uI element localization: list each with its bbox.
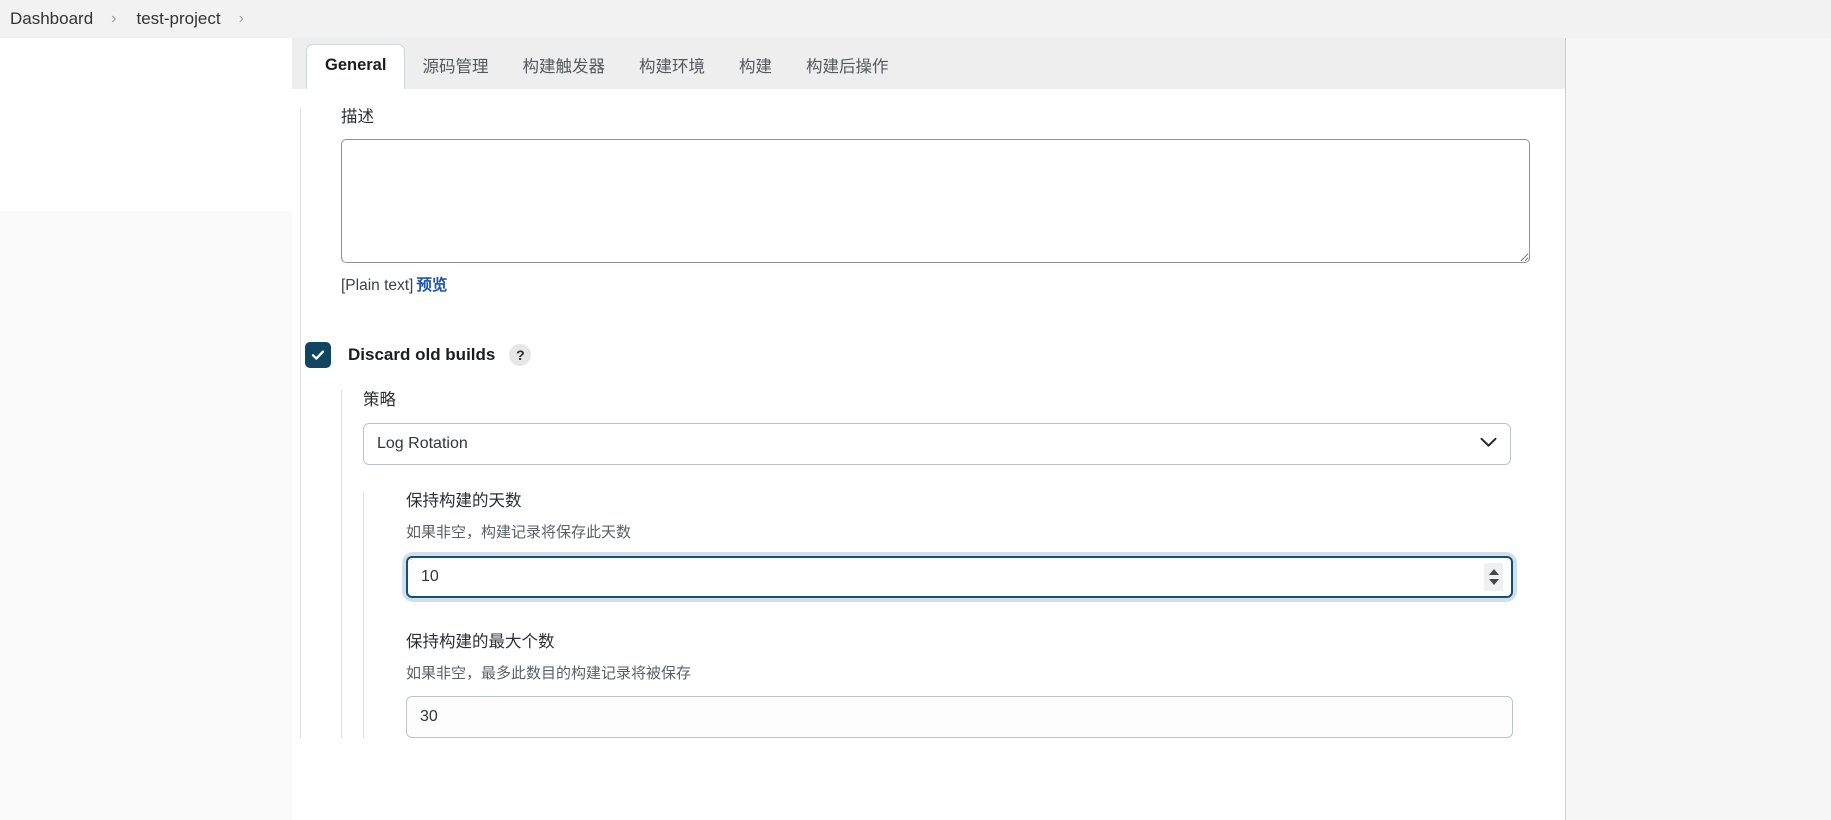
description-textarea[interactable] [341,139,1530,264]
stepper-up-icon[interactable] [1488,568,1499,575]
max-builds-to-keep-field-wrap [406,696,1513,739]
breadcrumb: Dashboard › test-project › [0,0,1831,38]
discard-old-builds-row: Discard old builds ? [305,342,1565,369]
tab-post-build-actions[interactable]: 构建后操作 [789,46,906,90]
left-gutter-lower [0,211,292,820]
discard-strategy-section: 策略 Log Rotation 保持构建的天数 如果非空，构建记录将保存此天数 … [341,390,1565,739]
stepper-down-icon[interactable] [1488,578,1499,585]
days-to-keep-label: 保持构建的天数 [406,491,522,510]
tab-build-triggers[interactable]: 构建触发器 [505,46,622,90]
description-markup-row: [Plain text] 预览 [341,273,1565,295]
check-icon [311,350,325,361]
job-config-panel: General 源码管理 构建触发器 构建环境 构建 构建后操作 描述 [Pla… [292,38,1566,820]
max-builds-to-keep-input[interactable] [406,696,1513,739]
breadcrumb-separator-icon: › [111,10,117,27]
strategy-select[interactable]: Log Rotation [363,422,1511,465]
discard-old-builds-checkbox[interactable] [305,342,331,369]
strategy-label: 策略 [363,391,396,410]
tab-scm[interactable]: 源码管理 [405,46,505,90]
breadcrumb-item-dashboard[interactable]: Dashboard [4,9,99,29]
days-to-keep-stepper[interactable] [1484,562,1503,591]
days-to-keep-description: 如果非空，构建记录将保存此天数 [406,524,632,542]
max-builds-to-keep-description: 如果非空，最多此数目的构建记录将被保存 [406,665,692,682]
page-body: General 源码管理 构建触发器 构建环境 构建 构建后操作 描述 [Pla… [0,38,1831,820]
config-tab-bar: General 源码管理 构建触发器 构建环境 构建 构建后操作 [292,38,1565,90]
markup-type-label: [Plain text] [341,277,414,295]
help-icon[interactable]: ? [509,344,532,367]
tab-panel-general: 描述 [Plain text] 预览 Discard old builds ? … [292,89,1565,820]
discard-old-builds-label[interactable]: Discard old builds [348,345,495,365]
general-form: 描述 [Plain text] 预览 Discard old builds ? … [292,89,1565,739]
description-label: 描述 [341,108,374,126]
breadcrumb-separator-icon-2: › [238,10,244,27]
days-to-keep-field-wrap [406,555,1513,598]
tab-build[interactable]: 构建 [722,46,789,90]
rotation-options-group: 保持构建的天数 如果非空，构建记录将保存此天数 保持构建的最大个数 [363,490,1565,739]
tab-general[interactable]: General [306,44,406,90]
days-to-keep-input[interactable] [406,555,1513,598]
breadcrumb-item-project[interactable]: test-project [131,9,227,29]
description-preview-link[interactable]: 预览 [416,277,447,294]
description-section: 描述 [Plain text] 预览 Discard old builds ? … [292,107,1565,739]
tab-build-environment[interactable]: 构建环境 [622,46,722,90]
max-builds-to-keep-label: 保持构建的最大个数 [406,632,555,651]
strategy-select-wrap: Log Rotation [363,422,1511,465]
